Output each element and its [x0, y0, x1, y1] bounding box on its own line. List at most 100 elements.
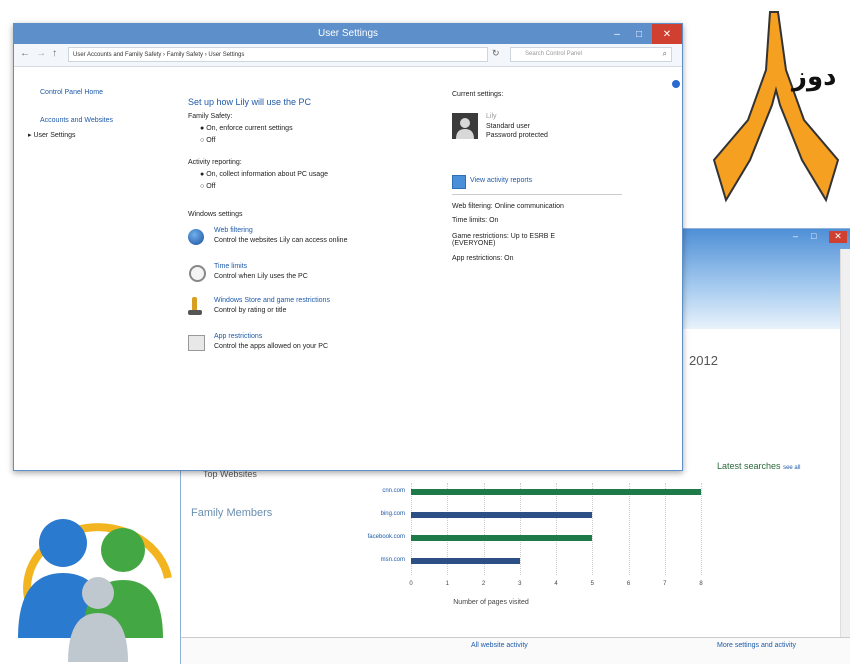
report-icon: [452, 175, 466, 189]
setting-title[interactable]: App restrictions: [214, 333, 262, 340]
page-heading: Set up how Lily will use the PC: [188, 97, 312, 107]
setting-desc: Control the apps allowed on your PC: [214, 343, 329, 350]
chart-category-label[interactable]: cnn.com: [331, 488, 405, 494]
setting-desc: Control when Lily uses the PC: [214, 273, 308, 280]
avatar: [452, 113, 478, 139]
joystick-base-icon: [188, 310, 202, 315]
chart-category-label[interactable]: msn.com: [331, 557, 405, 563]
chart-gridline: [556, 483, 557, 575]
chart-gridline: [519, 483, 521, 575]
search-input[interactable]: Search Control Panel ⌕: [510, 47, 672, 62]
family-safety-on-label: On, enforce current settings: [206, 125, 293, 132]
bottom-link-activity[interactable]: All website activity: [471, 642, 528, 649]
up-arrow-icon[interactable]: ↑: [52, 48, 57, 59]
title-bar: User Settings: [14, 24, 682, 44]
close-icon[interactable]: ✕: [829, 231, 847, 243]
family-safety-on-radio[interactable]: ● On, enforce current settings: [200, 125, 293, 132]
back-window-controls: – □ ✕: [793, 231, 847, 243]
chart-xtick-label: 2: [481, 581, 486, 587]
chart-xtick-label: 8: [699, 581, 703, 587]
refresh-icon[interactable]: ↻: [492, 48, 500, 59]
setting-title[interactable]: Web filtering: [214, 227, 253, 234]
activity-reporting-label: Activity reporting:: [188, 159, 242, 166]
chart-gridline: [664, 483, 666, 575]
clock-icon: [189, 265, 206, 282]
family-users-icon: [8, 508, 178, 662]
maximize-icon[interactable]: □: [811, 231, 825, 241]
search-icon: ⌕: [662, 49, 667, 58]
maximize-button[interactable]: □: [626, 24, 652, 44]
latest-searches-see-all[interactable]: see all: [783, 465, 800, 471]
activity-on-label: On, collect information about PC usage: [206, 171, 328, 178]
current-item-app: App restrictions: On: [452, 255, 514, 262]
chart-category-label[interactable]: bing.com: [331, 511, 405, 517]
current-settings-label: Current settings:: [452, 91, 504, 98]
setting-game-restrictions[interactable]: Windows Store and game restrictions Cont…: [188, 297, 448, 321]
family-safety-label: Family Safety:: [188, 113, 233, 120]
minimize-icon[interactable]: –: [793, 231, 807, 241]
view-activity-reports[interactable]: View activity reports: [452, 175, 612, 189]
sidebar-current-label: User Settings: [33, 132, 76, 139]
address-path: User Accounts and Family Safety › Family…: [73, 52, 245, 58]
setting-app-restrictions[interactable]: App restrictions Control the apps allowe…: [188, 333, 408, 357]
globe-icon: [188, 229, 204, 245]
setting-web-filtering[interactable]: Web filtering Control the websites Lily …: [188, 227, 408, 251]
back-window-scrollbar[interactable]: [840, 249, 850, 639]
bottom-link-settings[interactable]: More settings and activity: [717, 642, 796, 649]
back-bottom-bar: All website activity More settings and a…: [181, 637, 850, 664]
chart-xlabel: Number of pages visited: [453, 599, 529, 606]
sidebar-link-accounts[interactable]: Accounts and Websites: [40, 117, 113, 124]
family-safety-off-label: Off: [206, 137, 216, 144]
current-item-game: Game restrictions: Up to ESRB E (EVERYON…: [452, 233, 556, 247]
corner-title: دوز: [792, 62, 837, 92]
user-silhouette-icon: [456, 118, 474, 139]
current-settings-panel: Current settings: Lily Standard user Pas…: [452, 91, 622, 331]
address-bar[interactable]: User Accounts and Family Safety › Family…: [68, 47, 488, 62]
activity-on-radio[interactable]: ● On, collect information about PC usage: [200, 171, 328, 178]
number-eight-logo-icon: [712, 11, 840, 203]
visits-chart: cnn.com bing.com facebook.com msn.com 0 1 2 3 4…: [331, 477, 711, 612]
user-settings-window: User Settings – □ ✕ ← → ↑ User Accounts …: [13, 23, 683, 471]
radio-selected-icon: ●: [200, 171, 205, 178]
search-placeholder: Search Control Panel: [525, 51, 583, 57]
main-content: Set up how Lily will use the PC Family S…: [174, 67, 674, 467]
setting-title[interactable]: Time limits: [214, 263, 247, 270]
chart-bar: [411, 489, 701, 495]
forward-arrow-icon[interactable]: →: [36, 48, 46, 59]
setting-time-limits[interactable]: Time limits Control when Lily uses the P…: [188, 263, 408, 287]
setting-title[interactable]: Windows Store and game restrictions: [214, 297, 330, 304]
windows-settings-label: Windows settings: [188, 211, 243, 218]
chart-gridline: [592, 483, 594, 575]
apps-icon: [188, 335, 205, 351]
back-arrow-icon[interactable]: ←: [20, 48, 30, 59]
chart-category-label[interactable]: facebook.com: [331, 534, 405, 540]
current-settings-divider: [452, 194, 622, 195]
current-item-web: Web filtering: Online communication: [452, 203, 564, 210]
year-partial: 2012: [689, 353, 718, 368]
chart-xtick-label: 4: [554, 581, 558, 587]
latest-searches-label: Latest searches: [717, 461, 781, 471]
password-state: Password protected: [486, 132, 548, 139]
activity-off-radio[interactable]: ○ Off: [200, 183, 215, 190]
sidebar: Control Panel Home Accounts and Websites…: [14, 67, 162, 469]
view-activity-label: View activity reports: [470, 177, 533, 184]
chart-bar: [411, 512, 593, 518]
address-row: ← → ↑ User Accounts and Family Safety › …: [14, 44, 682, 67]
sidebar-link-home[interactable]: Control Panel Home: [40, 89, 103, 96]
window-title: User Settings: [317, 28, 379, 39]
activity-off-label: Off: [206, 183, 216, 190]
chart-gridline: [628, 483, 630, 575]
joystick-icon: [192, 297, 197, 311]
family-members-label: Family Members: [191, 507, 273, 519]
family-safety-off-radio[interactable]: ○ Off: [200, 137, 215, 144]
chart-xtick-label: 5: [590, 581, 594, 587]
current-item-time: Time limits: On: [452, 217, 499, 224]
chart-xtick-label: 6: [626, 581, 631, 587]
chart-xtick-label: 3: [518, 581, 522, 587]
chart-bar: [411, 558, 520, 564]
latest-searches[interactable]: Latest searches see all: [717, 461, 800, 471]
radio-selected-icon: ●: [200, 125, 205, 132]
user-name: Lily: [486, 113, 497, 120]
close-button[interactable]: ✕: [652, 24, 682, 44]
radio-empty-icon: ○: [200, 183, 205, 190]
